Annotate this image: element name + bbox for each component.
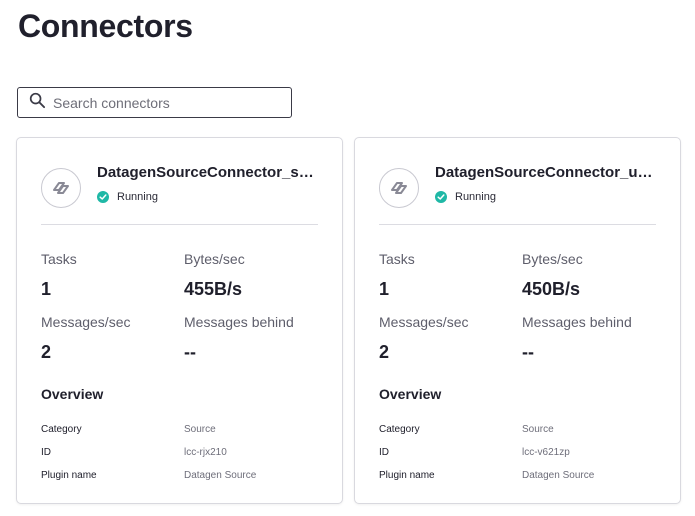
- messages-per-sec-label: Messages/sec: [41, 314, 131, 330]
- connector-card[interactable]: DatagenSourceConnector_sto... Running Ta…: [16, 137, 343, 504]
- divider: [41, 224, 318, 225]
- page-title: Connectors: [18, 8, 193, 44]
- divider: [379, 224, 656, 225]
- overview-title: Overview: [379, 386, 442, 402]
- category-label: Category: [41, 424, 82, 435]
- connector-name[interactable]: DatagenSourceConnector_sto...: [97, 164, 318, 181]
- messages-per-sec-label: Messages/sec: [379, 314, 469, 330]
- messages-behind-label: Messages behind: [522, 314, 632, 330]
- plugin-name-label: Plugin name: [41, 470, 97, 481]
- search-icon: [29, 92, 46, 114]
- messages-behind-label: Messages behind: [184, 314, 294, 330]
- id-value: lcc-v621zp: [522, 447, 570, 458]
- tasks-value: 1: [379, 279, 390, 299]
- category-value: Source: [522, 424, 554, 435]
- tasks-label: Tasks: [41, 251, 77, 267]
- messages-behind-value: --: [522, 342, 534, 362]
- overview-title: Overview: [41, 386, 104, 402]
- messages-behind-value: --: [184, 342, 196, 362]
- bytes-per-sec-value: 450B/s: [522, 279, 581, 299]
- connector-card[interactable]: DatagenSourceConnector_users Running Tas…: [354, 137, 681, 504]
- connector-card-list: DatagenSourceConnector_sto... Running Ta…: [16, 137, 681, 504]
- plugin-name-value: Datagen Source: [184, 470, 257, 481]
- id-label: ID: [41, 447, 51, 458]
- bytes-per-sec-label: Bytes/sec: [522, 251, 583, 267]
- status-badge: Running: [97, 191, 318, 203]
- status-badge: Running: [435, 191, 656, 203]
- category-value: Source: [184, 424, 216, 435]
- card-header: DatagenSourceConnector_sto... Running: [41, 164, 318, 208]
- tasks-label: Tasks: [379, 251, 415, 267]
- tasks-value: 1: [41, 279, 52, 299]
- search-input[interactable]: [53, 94, 283, 111]
- check-icon: [97, 191, 109, 203]
- bytes-per-sec-value: 455B/s: [184, 279, 243, 299]
- messages-per-sec-value: 2: [379, 342, 390, 362]
- card-header: DatagenSourceConnector_users Running: [379, 164, 656, 208]
- id-label: ID: [379, 447, 389, 458]
- search-box[interactable]: [17, 87, 292, 118]
- plugin-name-value: Datagen Source: [522, 470, 595, 481]
- bytes-per-sec-label: Bytes/sec: [184, 251, 245, 267]
- status-text: Running: [117, 191, 158, 203]
- plugin-name-label: Plugin name: [379, 470, 435, 481]
- check-icon: [435, 191, 447, 203]
- messages-per-sec-value: 2: [41, 342, 52, 362]
- connector-logo-icon: [41, 168, 81, 208]
- connector-name[interactable]: DatagenSourceConnector_users: [435, 164, 656, 181]
- id-value: lcc-rjx210: [184, 447, 227, 458]
- category-label: Category: [379, 424, 420, 435]
- status-text: Running: [455, 191, 496, 203]
- connector-logo-icon: [379, 168, 419, 208]
